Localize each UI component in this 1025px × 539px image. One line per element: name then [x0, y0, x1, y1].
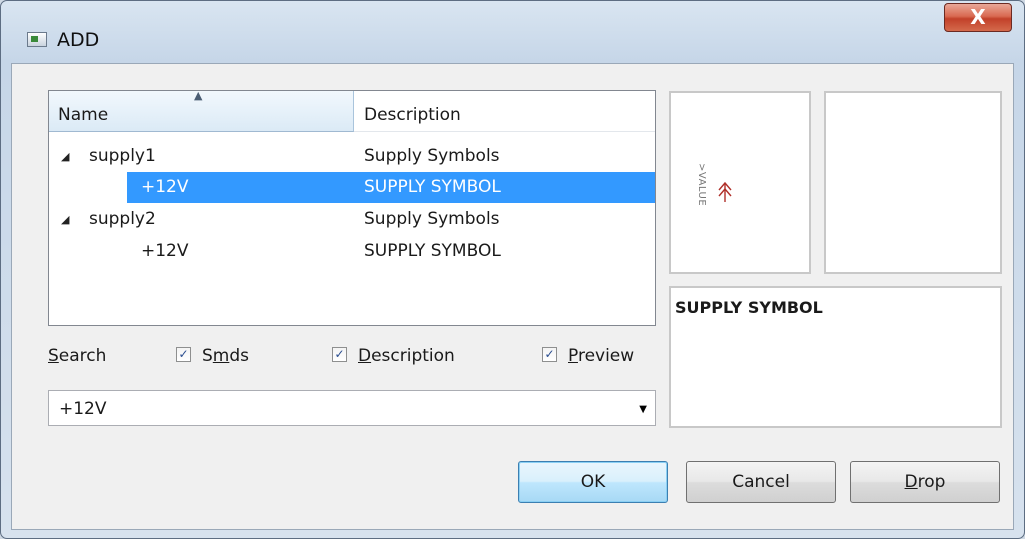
row-name: supply1 [89, 146, 156, 166]
title-bar[interactable]: ADD X [1, 1, 1024, 65]
list-row[interactable]: ◢ supply2 Supply Symbols [49, 204, 655, 235]
column-header-name-label: Name [58, 105, 109, 125]
list-row-selected[interactable]: +12V SUPPLY SYMBOL [49, 172, 655, 203]
search-input-value[interactable]: +12V [59, 399, 107, 419]
dropdown-arrow-icon[interactable]: ▼ [639, 404, 647, 415]
preview-check-icon[interactable]: ✓ [542, 347, 557, 362]
row-description: SUPPLY SYMBOL [364, 177, 501, 197]
app-icon [27, 32, 47, 47]
row-name: +12V [141, 241, 189, 261]
expand-triangle-icon[interactable]: ◢ [61, 213, 69, 226]
add-dialog: ADD X ▲ Name Description ◢ supply1 Suppl… [0, 0, 1025, 539]
symbol-preview: >VALUE [669, 91, 811, 274]
column-header-description[interactable]: Description [354, 91, 655, 132]
window-title: ADD [57, 29, 100, 51]
ok-button[interactable]: OK [518, 461, 668, 503]
search-label: Search [48, 346, 107, 366]
column-header-name[interactable]: ▲ Name [49, 89, 354, 132]
column-header-description-label: Description [364, 105, 461, 125]
cancel-button[interactable]: Cancel [686, 461, 836, 503]
description-check-icon[interactable]: ✓ [332, 347, 347, 362]
drop-button[interactable]: Drop [850, 461, 1000, 503]
list-row[interactable]: +12V SUPPLY SYMBOL [49, 236, 655, 267]
smds-label: Smds [202, 346, 250, 366]
list-header: ▲ Name Description [49, 89, 655, 132]
symbol-value-text: >VALUE [696, 163, 707, 207]
row-name: supply2 [89, 209, 156, 229]
row-description: Supply Symbols [364, 209, 500, 229]
preview-label: Preview [568, 346, 635, 366]
package-preview [824, 91, 1002, 274]
library-list[interactable]: ▲ Name Description ◢ supply1 Supply Symb… [48, 89, 656, 326]
list-row[interactable]: ◢ supply1 Supply Symbols [49, 141, 655, 172]
row-name: +12V [141, 177, 189, 197]
search-combobox[interactable]: +12V ▼ [48, 390, 656, 426]
sort-ascending-icon: ▲ [194, 89, 203, 102]
row-description: Supply Symbols [364, 146, 500, 166]
close-button[interactable]: X [944, 3, 1012, 32]
row-description: SUPPLY SYMBOL [364, 241, 501, 261]
description-label: Description [358, 346, 455, 366]
smds-check-icon[interactable]: ✓ [176, 347, 191, 362]
description-panel: SUPPLY SYMBOL [669, 286, 1002, 428]
description-text: SUPPLY SYMBOL [675, 298, 823, 317]
supply-arrow-icon [718, 181, 732, 202]
expand-triangle-icon[interactable]: ◢ [61, 150, 69, 163]
dialog-body: ▲ Name Description ◢ supply1 Supply Symb… [11, 63, 1014, 530]
